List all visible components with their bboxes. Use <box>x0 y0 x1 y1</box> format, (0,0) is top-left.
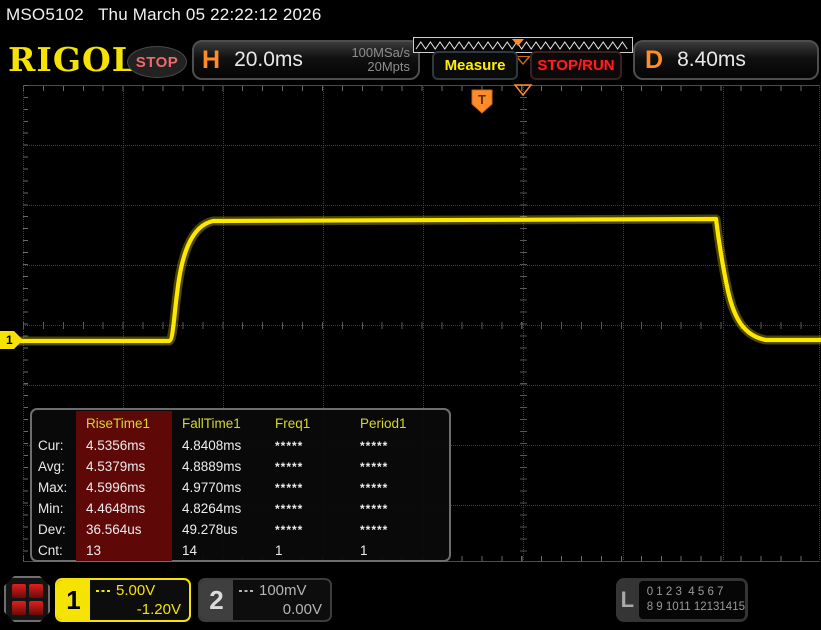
meas-value: 14 <box>172 543 265 558</box>
meas-row-label: Min: <box>36 501 76 516</box>
meas-value: 49.278us <box>172 522 265 537</box>
top-ticks <box>23 86 820 91</box>
trigger-position-axis-ticks <box>520 85 527 562</box>
meas-value: 1 <box>350 543 449 558</box>
memory-depth: 20Mpts <box>367 59 410 74</box>
logic-analyzer-badge[interactable]: L 0 1 2 3 4 5 6 7 8 9 1011 12131415 <box>616 578 748 622</box>
meas-value: ***** <box>350 460 449 474</box>
logic-analyzer-label: L <box>616 587 639 613</box>
channel1-level-marker[interactable]: 1 <box>0 330 26 350</box>
meas-value: 4.5996ms <box>76 477 172 498</box>
channel1-offset: -1.20V <box>96 600 181 619</box>
horizontal-timebase-panel[interactable]: H 20.0ms 100MSa/s 20Mpts <box>192 40 420 80</box>
meas-row-label: Dev: <box>36 522 76 537</box>
meas-value: ***** <box>265 460 350 474</box>
channel2-number[interactable]: 2 <box>200 580 233 620</box>
meas-value: 4.5379ms <box>76 456 172 477</box>
meas-value: ***** <box>350 481 449 495</box>
meas-value: 4.4648ms <box>76 498 172 519</box>
center-horizontal-axis-ticks <box>23 322 820 329</box>
meas-value: 1 <box>265 543 350 558</box>
channel1-scale: 5.00V <box>116 581 155 600</box>
meas-value: 4.8264ms <box>172 501 265 516</box>
digital-channels-row1: 0 1 2 3 4 5 6 7 <box>647 585 745 600</box>
meas-value: ***** <box>350 502 449 516</box>
oscilloscope-screen: MSO5102Thu March 05 22:22:12 2026 RIGOL … <box>0 0 821 630</box>
svg-text:T: T <box>478 92 486 107</box>
meas-value: 36.564us <box>76 519 172 540</box>
digital-channel-list: 0 1 2 3 4 5 6 7 8 9 1011 12131415 <box>639 581 745 619</box>
model-name: MSO5102 <box>6 5 84 24</box>
waveform-preview-icon <box>414 38 630 52</box>
timebase-value: 20.0ms <box>234 48 303 72</box>
meas-value: ***** <box>265 481 350 495</box>
meas-row-label: Cnt: <box>36 543 76 558</box>
meas-col-header[interactable]: FallTime1 <box>172 416 265 431</box>
red-square-icon <box>12 584 26 598</box>
meas-col-header[interactable]: Freq1 <box>265 416 350 431</box>
acquisition-status-badge: STOP <box>127 46 187 78</box>
window-layout-button[interactable] <box>4 576 50 622</box>
channel1-number[interactable]: 1 <box>57 580 90 620</box>
meas-value: 4.5356ms <box>76 435 172 456</box>
trigger-position-marker-small <box>512 39 524 46</box>
red-square-icon <box>12 601 26 615</box>
d-label: D <box>645 46 663 75</box>
red-square-icon <box>29 601 43 615</box>
stop-run-button[interactable]: STOP/RUN <box>530 51 622 80</box>
datetime: Thu March 05 22:22:12 2026 <box>98 5 322 24</box>
h-label: H <box>202 46 220 75</box>
titlebar: MSO5102 Thu March 05 22:22:12 2026 <box>6 5 335 25</box>
acquisition-info: 100MSa/s 20Mpts <box>351 46 410 74</box>
rigol-logo: RIGOL <box>8 40 136 79</box>
dc-coupling-icon <box>239 590 254 592</box>
trigger-position-marker[interactable] <box>513 84 533 97</box>
meas-value: ***** <box>350 523 449 537</box>
meas-col-header[interactable]: Period1 <box>350 416 449 431</box>
channel1-badge[interactable]: 1 5.00V -1.20V <box>55 578 191 622</box>
delay-value: 8.40ms <box>677 48 746 72</box>
trigger-level-marker[interactable]: T <box>471 89 493 115</box>
meas-value: ***** <box>350 439 449 453</box>
meas-value: 4.9770ms <box>172 480 265 495</box>
meas-value: 4.8889ms <box>172 459 265 474</box>
channel2-badge[interactable]: 2 100mV 0.00V <box>198 578 332 622</box>
meas-value: ***** <box>265 523 350 537</box>
digital-channels-row2: 8 9 1011 12131415 <box>647 600 745 615</box>
meas-value: ***** <box>265 502 350 516</box>
meas-value: 4.8408ms <box>172 438 265 453</box>
svg-text:1: 1 <box>6 333 13 347</box>
red-square-icon <box>29 584 43 598</box>
sample-rate: 100MSa/s <box>351 45 410 60</box>
meas-value: ***** <box>265 439 350 453</box>
meas-row-label: Avg: <box>36 459 76 474</box>
channel2-scale: 100mV <box>259 581 307 600</box>
meas-row-label: Cur: <box>36 438 76 453</box>
delay-panel[interactable]: D 8.40ms <box>633 40 819 80</box>
meas-col-header[interactable]: RiseTime1 <box>76 411 172 435</box>
dc-coupling-icon <box>96 590 111 592</box>
measurement-table[interactable]: RiseTime1 FallTime1 Freq1 Period1 Cur: 4… <box>30 408 451 562</box>
measure-button[interactable]: Measure <box>432 51 518 80</box>
meas-value: 13 <box>76 540 172 561</box>
meas-row-label: Max: <box>36 480 76 495</box>
channel2-offset: 0.00V <box>239 600 322 619</box>
